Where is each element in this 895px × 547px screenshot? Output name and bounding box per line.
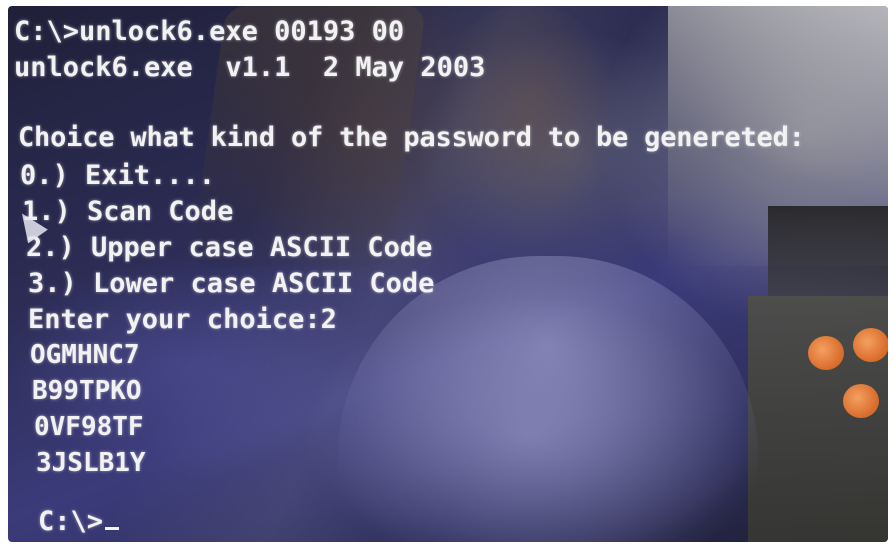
menu-option-exit: 0.) Exit.... <box>20 160 216 191</box>
terminal-output[interactable]: C:\>unlock6.exe 00193 00 unlock6.exe v1.… <box>8 6 888 542</box>
command-prompt[interactable]: C:\> <box>38 506 120 537</box>
password-question: Choice what kind of the password to be g… <box>18 122 805 153</box>
menu-option-lower-case: 3.) Lower case ASCII Code <box>28 268 435 299</box>
version-line: unlock6.exe v1.1 2 May 2003 <box>14 52 486 83</box>
generated-code: 3JSLB1Y <box>36 448 146 478</box>
choice-line: Enter your choice:2 <box>28 304 337 335</box>
menu-option-upper-case: 2.) Upper case ASCII Code <box>26 232 433 263</box>
command-line: C:\>unlock6.exe 00193 00 <box>14 16 405 47</box>
prompt-text: C:\> <box>38 506 104 537</box>
generated-code: OGMHNC7 <box>30 340 140 370</box>
generated-code: B99TPKO <box>32 376 142 406</box>
menu-option-scan-code: 1.) Scan Code <box>22 196 234 227</box>
text-cursor-icon <box>105 527 120 530</box>
dos-screen: C:\>unlock6.exe 00193 00 unlock6.exe v1.… <box>8 6 888 542</box>
generated-code: 0VF98TF <box>34 412 144 442</box>
